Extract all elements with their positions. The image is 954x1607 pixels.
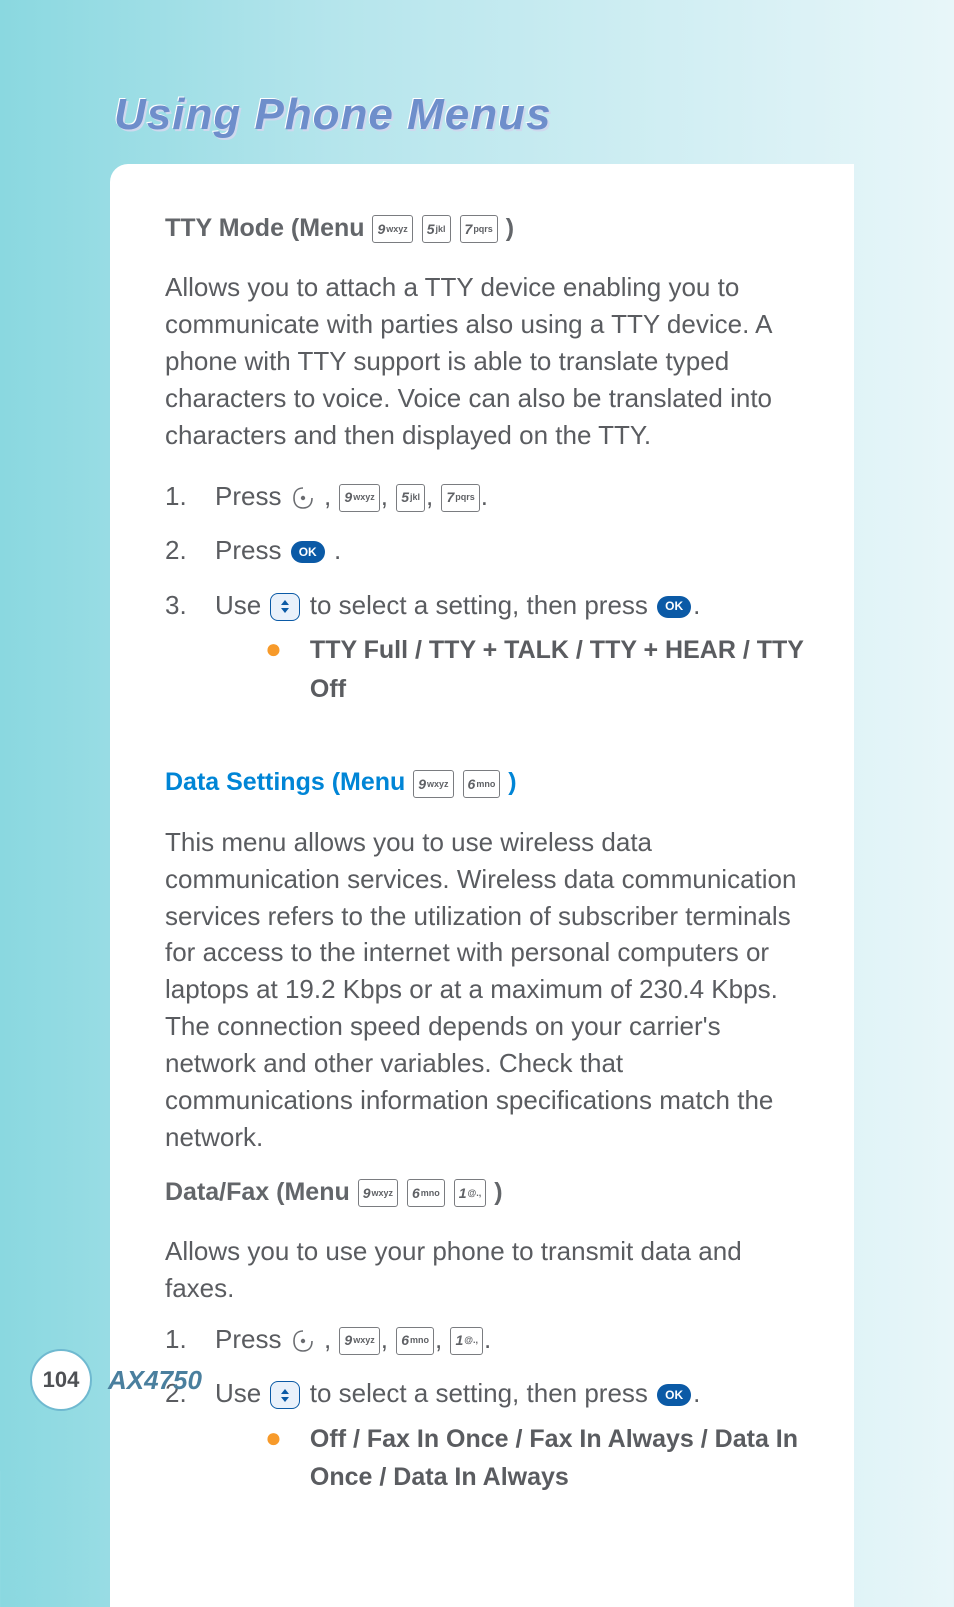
list-item: 1. Press , 9wxyz, 5jkl, 7pqrs. xyxy=(165,476,804,516)
datafax-steps: 1. Press , 9wxyz, 6mno, 1@.,. 2. Use xyxy=(165,1319,804,1497)
data-fax-body: Allows you to use your phone to transmit… xyxy=(165,1233,804,1307)
menu-icon xyxy=(291,485,315,511)
chapter-title: Using Phone Menus xyxy=(114,90,854,140)
list-item: 1. Press , 9wxyz, 6mno, 1@.,. xyxy=(165,1319,804,1359)
document-page: Using Phone Menus TTY Mode (Menu 9wxyz 5… xyxy=(0,0,954,1471)
bullet-icon: ● xyxy=(265,1424,282,1452)
menu-icon xyxy=(291,1328,315,1354)
page-footer: 104 AX4750 xyxy=(30,1349,202,1411)
key-6-icon: 6mno xyxy=(396,1327,434,1355)
heading-text: Data/Fax (Menu xyxy=(165,1178,350,1206)
nav-up-down-icon xyxy=(270,593,300,621)
heading-suffix: ) xyxy=(506,214,514,242)
key-5-icon: 5jkl xyxy=(422,215,451,243)
data-fax-heading: Data/Fax (Menu 9wxyz 6mno 1@., ) xyxy=(165,1178,804,1207)
data-settings-heading: Data Settings (Menu 9wxyz 6mno ) xyxy=(165,768,804,797)
page-number: 104 xyxy=(30,1349,92,1411)
heading-suffix: ) xyxy=(494,1178,502,1206)
key-1-icon: 1@., xyxy=(454,1179,487,1207)
list-item: 3. Use to select a setting, then press O… xyxy=(165,585,804,709)
list-item: 2. Press OK . xyxy=(165,530,804,570)
tty-mode-heading: TTY Mode (Menu 9wxyz 5jkl 7pqrs ) xyxy=(165,214,804,243)
heading-suffix: ) xyxy=(508,768,516,796)
heading-text: TTY Mode (Menu xyxy=(165,214,365,242)
key-1-icon: 1@., xyxy=(450,1327,483,1355)
key-6-icon: 6mno xyxy=(463,770,501,798)
tty-steps: 1. Press , 9wxyz, 5jkl, 7pqrs. 2. Press … xyxy=(165,476,804,708)
ok-icon: OK xyxy=(657,1384,691,1406)
tty-body: Allows you to attach a TTY device enabli… xyxy=(165,269,804,454)
key-5-icon: 5jkl xyxy=(396,484,425,512)
nav-up-down-icon xyxy=(270,1381,300,1409)
option-bullet: ● Off / Fax In Once / Fax In Always / Da… xyxy=(215,1420,804,1498)
ok-icon: OK xyxy=(291,541,325,563)
key-7-icon: 7pqrs xyxy=(460,215,498,243)
key-9-icon: 9wxyz xyxy=(413,770,453,798)
key-7-icon: 7pqrs xyxy=(441,484,479,512)
bullet-icon: ● xyxy=(265,635,282,663)
model-label: AX4750 xyxy=(108,1365,202,1396)
key-9-icon: 9wxyz xyxy=(372,215,412,243)
ok-icon: OK xyxy=(657,596,691,618)
list-item: 2. Use to select a setting, then press O… xyxy=(165,1373,804,1497)
heading-text: Data Settings (Menu xyxy=(165,768,405,796)
data-settings-body: This menu allows you to use wireless dat… xyxy=(165,824,804,1156)
key-6-icon: 6mno xyxy=(407,1179,445,1207)
key-9-icon: 9wxyz xyxy=(358,1179,398,1207)
option-bullet: ● TTY Full / TTY + TALK / TTY + HEAR / T… xyxy=(215,631,804,709)
key-9-icon: 9wxyz xyxy=(339,484,379,512)
key-9-icon: 9wxyz xyxy=(339,1327,379,1355)
content-card: TTY Mode (Menu 9wxyz 5jkl 7pqrs ) Allows… xyxy=(110,164,854,1607)
